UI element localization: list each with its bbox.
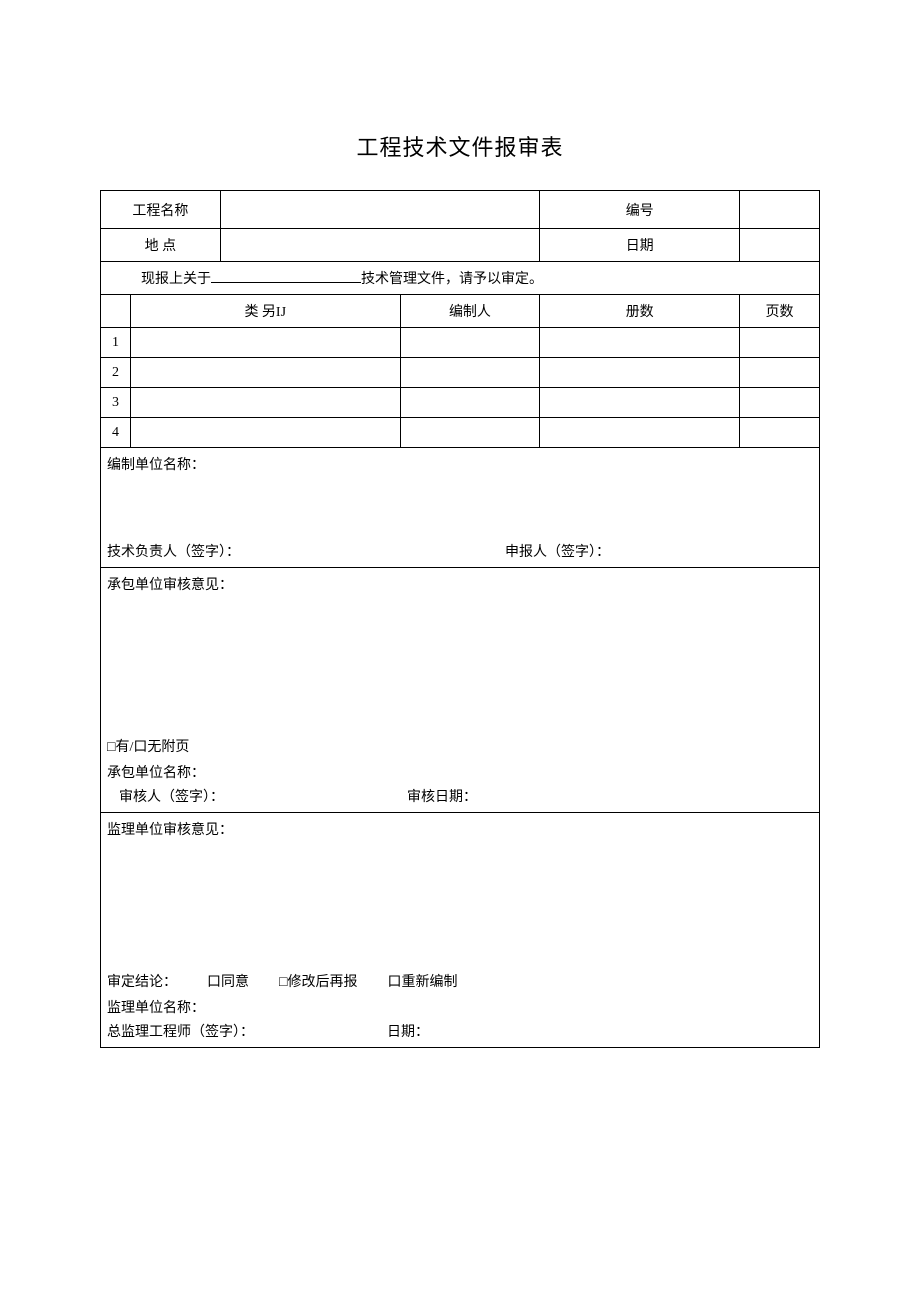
row-location: 地 点 日期 <box>101 229 820 262</box>
list-row: 2 <box>101 358 820 388</box>
label-location: 地 点 <box>101 229 221 262</box>
cell-volumes[interactable] <box>540 358 740 388</box>
cell-volumes[interactable] <box>540 328 740 358</box>
row-project-name: 工程名称 编号 <box>101 191 820 229</box>
label-review-date[interactable]: 审核日期： <box>407 786 477 806</box>
label-conclusion: 审定结论： <box>107 971 177 991</box>
cell-compiler[interactable] <box>400 418 540 448</box>
value-number[interactable] <box>740 191 820 229</box>
cell-no: 3 <box>101 388 131 418</box>
cell-category[interactable] <box>130 388 400 418</box>
label-supervisor-opinion: 监理单位审核意见： <box>107 819 813 839</box>
cell-volumes[interactable] <box>540 388 740 418</box>
cell-pages[interactable] <box>740 358 820 388</box>
cell-compiler[interactable] <box>400 388 540 418</box>
list-row: 3 <box>101 388 820 418</box>
cell-compiler[interactable] <box>400 358 540 388</box>
cell-volumes[interactable] <box>540 418 740 448</box>
label-supervisor-date[interactable]: 日期： <box>387 1021 429 1041</box>
form-table: 工程名称 编号 地 点 日期 现报上关于 技术管理文件，请予以审定。 类 另IJ … <box>100 190 820 1048</box>
row-list-header: 类 另IJ 编制人 册数 页数 <box>101 295 820 328</box>
label-supervisor-org: 监理单位名称： <box>107 997 813 1017</box>
cell-category[interactable] <box>130 358 400 388</box>
opt-agree[interactable]: 口同意 <box>207 971 249 991</box>
label-attachment[interactable]: □有/口无附页 <box>107 736 813 756</box>
row-compile-section: 编制单位名称： 技术负责人（签字）： 申报人（签字）： <box>101 448 820 568</box>
label-reviewer-sign[interactable]: 审核人（签字）： <box>107 786 407 806</box>
header-pages: 页数 <box>740 295 820 328</box>
label-compile-org: 编制单位名称： <box>107 454 813 474</box>
list-row: 4 <box>101 418 820 448</box>
cell-category[interactable] <box>130 418 400 448</box>
cell-pages[interactable] <box>740 418 820 448</box>
cell-no: 2 <box>101 358 131 388</box>
label-contractor-org: 承包单位名称： <box>107 762 813 782</box>
cell-category[interactable] <box>130 328 400 358</box>
row-supervisor-section: 监理单位审核意见： 审定结论： 口同意 □修改后再报 口重新编制 监理单位名称：… <box>101 813 820 1048</box>
label-chief-engineer-sign[interactable]: 总监理工程师（签字）： <box>107 1021 387 1041</box>
header-volumes: 册数 <box>540 295 740 328</box>
page-title: 工程技术文件报审表 <box>100 130 820 162</box>
cell-no: 4 <box>101 418 131 448</box>
row-submission: 现报上关于 技术管理文件，请予以审定。 <box>101 262 820 295</box>
list-row: 1 <box>101 328 820 358</box>
value-project-name[interactable] <box>220 191 540 229</box>
cell-no: 1 <box>101 328 131 358</box>
header-category: 类 另IJ <box>130 295 400 328</box>
submission-blank[interactable] <box>211 282 361 283</box>
label-project-name: 工程名称 <box>101 191 221 229</box>
label-contractor-opinion: 承包单位审核意见： <box>107 574 813 594</box>
opt-revise[interactable]: □修改后再报 <box>279 971 357 991</box>
header-no <box>101 295 131 328</box>
label-number: 编号 <box>540 191 740 229</box>
value-location[interactable] <box>220 229 540 262</box>
opt-redo[interactable]: 口重新编制 <box>387 971 457 991</box>
value-date[interactable] <box>740 229 820 262</box>
submission-suffix: 技术管理文件，请予以审定。 <box>361 272 543 287</box>
row-contractor-section: 承包单位审核意见： □有/口无附页 承包单位名称： 审核人（签字）： 审核日期： <box>101 568 820 813</box>
label-date: 日期 <box>540 229 740 262</box>
cell-pages[interactable] <box>740 388 820 418</box>
label-applicant-sign[interactable]: 申报人（签字）： <box>415 541 813 561</box>
submission-prefix: 现报上关于 <box>141 272 211 287</box>
header-compiler: 编制人 <box>400 295 540 328</box>
cell-pages[interactable] <box>740 328 820 358</box>
cell-compiler[interactable] <box>400 328 540 358</box>
label-tech-lead-sign[interactable]: 技术负责人（签字）： <box>107 541 415 561</box>
